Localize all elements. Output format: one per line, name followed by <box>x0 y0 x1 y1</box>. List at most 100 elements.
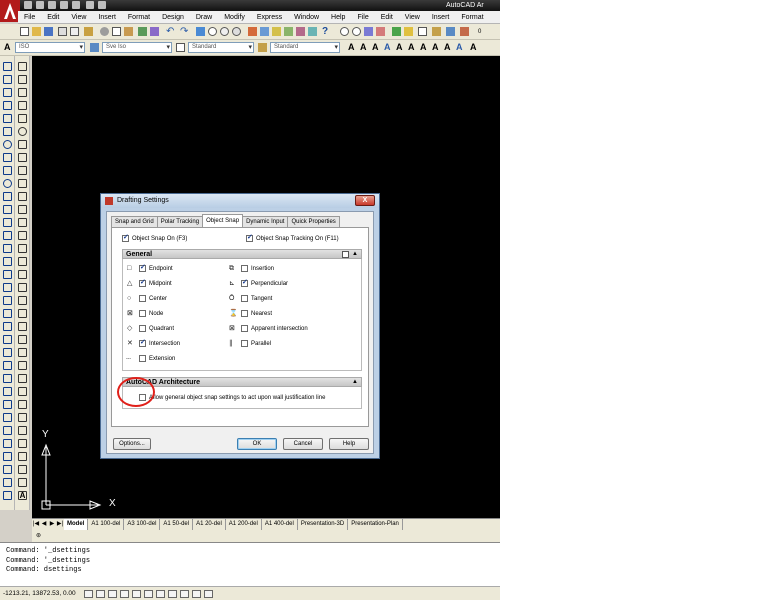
node-checkbox[interactable] <box>139 310 146 317</box>
collapse-icon[interactable]: ▲ <box>352 378 358 387</box>
quadrant-label[interactable]: Quadrant <box>149 325 174 333</box>
markup-icon[interactable] <box>296 27 305 36</box>
chamfer-icon[interactable] <box>3 478 12 487</box>
ok-button[interactable]: OK <box>237 438 277 450</box>
jogged-linear-icon[interactable] <box>18 257 27 266</box>
menu-edit-2[interactable]: Edit <box>375 11 399 24</box>
quick-properties-icon[interactable] <box>204 590 213 598</box>
prev-tab-icon[interactable]: ◀ <box>40 519 48 530</box>
array-icon[interactable] <box>3 361 12 370</box>
tab-a1-100[interactable]: A1 100-del <box>88 519 125 530</box>
quadrant-checkbox[interactable] <box>139 325 146 332</box>
render-icon[interactable] <box>460 27 469 36</box>
mleader-icon[interactable] <box>18 322 27 331</box>
fillet-icon[interactable] <box>3 491 12 500</box>
plot-preview-icon[interactable] <box>70 27 79 36</box>
field-icon[interactable] <box>18 439 27 448</box>
osnap-on-label[interactable]: Object Snap On (F3) <box>132 235 187 243</box>
move-icon[interactable] <box>3 374 12 383</box>
find-text-icon[interactable]: A <box>384 42 391 53</box>
options-button[interactable]: Options... <box>113 438 151 450</box>
wipeout-icon[interactable] <box>18 387 27 396</box>
object-snap-icon[interactable] <box>144 590 153 598</box>
publish-icon[interactable] <box>84 27 93 36</box>
menu-file-2[interactable]: File <box>351 11 374 24</box>
new-drawing-icon[interactable] <box>20 27 29 36</box>
extend-icon[interactable] <box>3 439 12 448</box>
extension-label[interactable]: Extension <box>149 355 175 363</box>
perpendicular-label[interactable]: Perpendicular <box>251 280 288 288</box>
center-label[interactable]: Center <box>149 295 167 303</box>
tab-a3-100[interactable]: A3 100-del <box>124 519 161 530</box>
cancel-button[interactable]: Cancel <box>283 438 323 450</box>
perpendicular-checkbox[interactable] <box>241 278 248 287</box>
quick-dim-icon[interactable] <box>18 153 27 162</box>
add-leader-icon[interactable] <box>18 335 27 344</box>
command-line[interactable]: Command: '_dsettings Command: '_dsetting… <box>0 542 500 586</box>
insertion-checkbox[interactable] <box>241 265 248 272</box>
trim-icon[interactable] <box>3 426 12 435</box>
menu-view-2[interactable]: View <box>399 11 426 24</box>
tab-object-snap[interactable]: Object Snap <box>202 214 244 227</box>
zoom-all-icon[interactable] <box>376 27 385 36</box>
saveas-icon[interactable] <box>60 1 68 9</box>
tangent-checkbox[interactable] <box>241 295 248 302</box>
extension-checkbox[interactable] <box>139 355 146 362</box>
dialog-title-bar[interactable]: Drafting Settings X <box>101 194 379 208</box>
new-icon[interactable] <box>24 1 32 9</box>
dim-break-icon[interactable] <box>18 205 27 214</box>
join-icon[interactable] <box>3 465 12 474</box>
redo-arrow-icon[interactable]: ↷ <box>180 27 189 37</box>
arc-icon[interactable] <box>3 127 12 136</box>
dim-style-combo[interactable]: Sve Iso <box>102 42 172 53</box>
last-tab-icon[interactable]: ▶| <box>56 519 64 530</box>
parallel-checkbox[interactable] <box>241 340 248 347</box>
properties-icon[interactable] <box>248 27 257 36</box>
text-style-icon[interactable]: A <box>4 42 11 53</box>
intersection-label[interactable]: Intersection <box>149 340 180 348</box>
copy-object-icon[interactable] <box>3 322 12 331</box>
clip-icon[interactable] <box>18 413 27 422</box>
point-icon[interactable] <box>3 231 12 240</box>
menu-help[interactable]: Help <box>325 11 351 24</box>
copy-icon[interactable] <box>112 27 121 36</box>
pan-icon[interactable] <box>196 27 205 36</box>
tab-a1-50[interactable]: A1 50-del <box>160 519 194 530</box>
dim-ordinate-icon[interactable] <box>18 101 27 110</box>
dim-update-icon[interactable] <box>18 296 27 305</box>
dim-edit-icon[interactable] <box>18 270 27 279</box>
plot-icon[interactable] <box>72 1 80 9</box>
mleader-style-combo[interactable]: Standard <box>270 42 340 53</box>
menu-insert[interactable]: Insert <box>92 11 122 24</box>
dim-baseline-icon[interactable] <box>18 166 27 175</box>
select-all-icon[interactable] <box>342 251 349 258</box>
text-tool-icon[interactable]: A <box>18 491 27 500</box>
nearest-checkbox[interactable] <box>241 310 248 317</box>
mleader-style-icon[interactable] <box>258 43 267 52</box>
rectangle-icon[interactable] <box>3 114 12 123</box>
first-tab-icon[interactable]: |◀ <box>32 519 40 530</box>
table-style-icon[interactable] <box>176 43 185 52</box>
design-center-icon[interactable] <box>260 27 269 36</box>
construction-line-icon[interactable] <box>3 75 12 84</box>
tab-model[interactable]: Model <box>64 519 89 530</box>
gradient-icon[interactable] <box>3 257 12 266</box>
allow-ucs-icon[interactable] <box>168 590 177 598</box>
save-disk-icon[interactable] <box>44 27 53 36</box>
dim-space-icon[interactable] <box>18 192 27 201</box>
make-block-icon[interactable] <box>3 218 12 227</box>
parallel-label[interactable]: Parallel <box>251 340 271 348</box>
open-folder-icon[interactable] <box>32 27 41 36</box>
mtext-icon[interactable]: A <box>348 42 355 53</box>
region-icon[interactable] <box>3 270 12 279</box>
insertion-label[interactable]: Insertion <box>251 265 274 273</box>
scroll-left-icon[interactable]: ⊛ <box>36 532 41 540</box>
ortho-mode-icon[interactable] <box>120 590 129 598</box>
arc-text-icon[interactable]: A <box>456 42 463 53</box>
grid-display-icon[interactable] <box>108 590 117 598</box>
undo-arrow-icon[interactable]: ↶ <box>166 27 175 37</box>
polar-tracking-icon[interactable] <box>132 590 141 598</box>
stretch-icon[interactable] <box>3 413 12 422</box>
osnap-tracking-label[interactable]: Object Snap Tracking On (F11) <box>256 235 339 243</box>
close-button[interactable]: X <box>355 195 375 206</box>
